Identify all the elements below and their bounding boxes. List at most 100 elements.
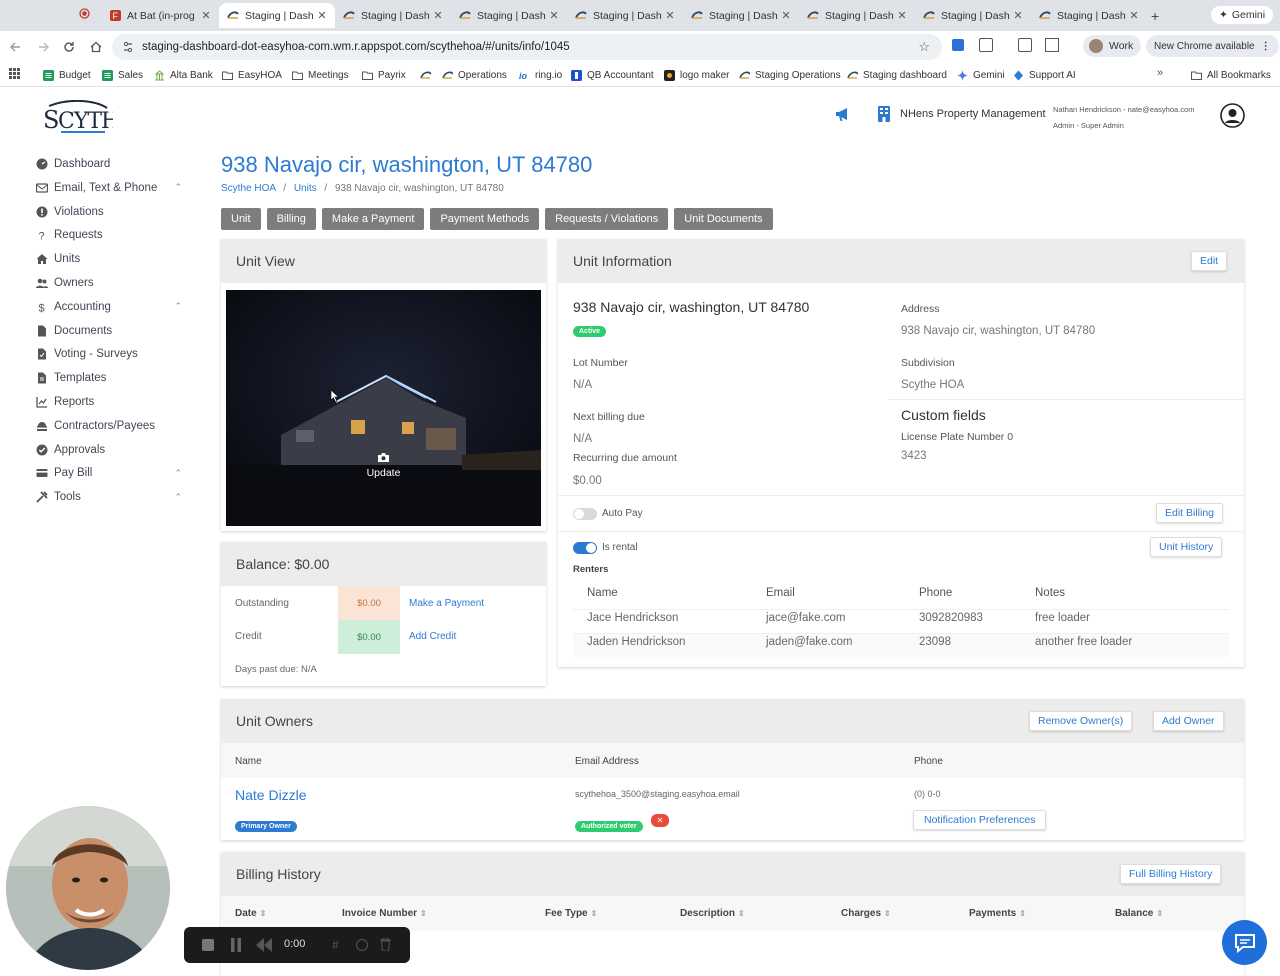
billing-column-header[interactable]: Charges ⇕ — [841, 908, 891, 919]
user-avatar-icon[interactable] — [1220, 103, 1245, 128]
browser-tab[interactable]: Staging | Dash ✕ — [915, 3, 1031, 28]
bookmark-item[interactable]: Staging Operations — [739, 67, 841, 83]
tab-make-a-payment[interactable]: Make a Payment — [321, 208, 425, 230]
apps-grid-icon[interactable] — [9, 68, 20, 79]
gemini-button[interactable]: ✦ Gemini — [1211, 6, 1274, 24]
back-icon[interactable] — [8, 39, 24, 55]
sort-icon[interactable]: ⇕ — [420, 909, 427, 918]
print-icon[interactable] — [1018, 38, 1032, 52]
sort-icon[interactable]: ⇕ — [260, 909, 267, 918]
browser-tab[interactable]: Staging | Dash ✕ — [683, 3, 799, 28]
stop-icon[interactable] — [202, 939, 214, 951]
browser-tab[interactable]: Staging | Dash ✕ — [335, 3, 451, 28]
billing-column-header[interactable]: Description ⇕ — [680, 908, 745, 919]
bookmark-item[interactable]: QB Accountant — [571, 67, 654, 83]
trash-icon[interactable] — [380, 938, 391, 951]
tab-billing[interactable]: Billing — [266, 208, 316, 230]
screen-record-icon[interactable] — [79, 8, 90, 19]
full-billing-history-button[interactable]: Full Billing History — [1120, 864, 1222, 884]
forward-icon[interactable] — [35, 39, 51, 55]
pause-icon[interactable] — [230, 938, 242, 952]
bookmark-item[interactable]: io ring.io — [519, 67, 562, 83]
unit-history-button[interactable]: Unit History — [1150, 537, 1223, 557]
close-tab-icon[interactable]: ✕ — [315, 9, 329, 22]
is-rental-toggle[interactable] — [573, 542, 597, 554]
unit-photo[interactable]: Update — [226, 290, 541, 526]
chevron-up-icon[interactable]: ⌃ — [174, 301, 182, 312]
browser-tab[interactable]: F At Bat (in-prog ✕ — [101, 3, 219, 28]
sidebar-item-documents[interactable]: Documents — [36, 321, 186, 341]
tab-payment-methods[interactable]: Payment Methods — [430, 208, 540, 230]
site-info-icon[interactable] — [122, 41, 134, 53]
new-tab-button[interactable]: + — [1151, 8, 1159, 24]
sidebar-item-units[interactable]: Units — [36, 249, 186, 269]
scythe-logo[interactable]: S CYTHE — [43, 100, 113, 136]
bookmark-item[interactable]: logo maker — [664, 67, 729, 83]
bookmark-item[interactable]: Operations — [442, 67, 507, 83]
billing-column-header[interactable]: Balance ⇕ — [1115, 908, 1163, 919]
edit-unit-button[interactable]: Edit — [1191, 251, 1228, 271]
close-tab-icon[interactable]: ✕ — [1011, 9, 1025, 22]
sort-icon[interactable]: ⇕ — [1156, 909, 1163, 918]
chat-support-button[interactable] — [1222, 920, 1267, 965]
bookmark-item[interactable]: Payrix — [362, 67, 406, 83]
owner-name-link[interactable]: Nate Dizzle — [235, 787, 307, 803]
address-bar[interactable]: staging-dashboard-dot-easyhoa-com.wm.r.a… — [112, 34, 942, 60]
sort-icon[interactable]: ⇕ — [591, 909, 598, 918]
sort-icon[interactable]: ⇕ — [738, 909, 745, 918]
grid-icon[interactable]: # — [332, 938, 339, 952]
edit-billing-button[interactable]: Edit Billing — [1156, 503, 1224, 523]
sidebar-item-voting-surveys[interactable]: Voting - Surveys — [36, 344, 186, 364]
auto-pay-toggle[interactable] — [573, 508, 597, 520]
close-tab-icon[interactable]: ✕ — [547, 9, 561, 22]
tab-unit-documents[interactable]: Unit Documents — [674, 208, 773, 230]
close-tab-icon[interactable]: ✕ — [663, 9, 677, 22]
browser-tab[interactable]: Staging | Dash ✕ — [451, 3, 567, 28]
company-name[interactable]: NHens Property Management — [900, 108, 1046, 120]
home-icon[interactable] — [88, 39, 104, 55]
chevron-up-icon[interactable]: ⌃ — [174, 182, 182, 193]
close-tab-icon[interactable]: ✕ — [199, 9, 213, 22]
chevron-up-icon[interactable]: ⌃ — [174, 468, 182, 479]
browser-tab[interactable]: Staging | Dash ✕ — [219, 3, 335, 28]
make-payment-link[interactable]: Make a Payment — [409, 598, 484, 609]
star-icon[interactable]: ☆ — [918, 39, 930, 55]
browser-tab[interactable]: Staging | Dash ✕ — [799, 3, 915, 28]
rewind-icon[interactable] — [256, 938, 272, 952]
close-tab-icon[interactable]: ✕ — [779, 9, 793, 22]
sidebar-item-contractors-payees[interactable]: Contractors/Payees — [36, 416, 186, 436]
sidebar-item-violations[interactable]: Violations — [36, 202, 186, 222]
extension-icon[interactable] — [952, 39, 964, 51]
sidebar-item-owners[interactable]: Owners — [36, 273, 186, 293]
sidebar-item-accounting[interactable]: $ Accounting ⌃ — [36, 297, 186, 317]
breadcrumb-root-link[interactable]: Scythe HOA — [221, 183, 275, 194]
bookmark-item[interactable]: Alta Bank — [154, 67, 213, 83]
remove-owners-button[interactable]: Remove Owner(s) — [1029, 711, 1133, 731]
billing-column-header[interactable]: Fee Type ⇕ — [545, 908, 597, 919]
sidebar-item-reports[interactable]: Reports — [36, 392, 186, 412]
reload-icon[interactable] — [61, 39, 77, 55]
draw-icon[interactable] — [356, 939, 368, 951]
screen-search-icon[interactable] — [1045, 38, 1059, 52]
sidebar-item-templates[interactable]: Templates — [36, 368, 186, 388]
breadcrumb-units-link[interactable]: Units — [294, 183, 317, 194]
menu-dots-icon[interactable]: ⋮ — [1261, 41, 1271, 52]
bookmark-item[interactable]: EasyHOA — [222, 67, 282, 83]
sidebar-item-dashboard[interactable]: Dashboard — [36, 154, 186, 174]
close-tab-icon[interactable]: ✕ — [895, 9, 909, 22]
tab-requests-violations[interactable]: Requests / Violations — [545, 208, 669, 230]
tab-unit[interactable]: Unit — [221, 208, 261, 230]
billing-column-header[interactable]: Date ⇕ — [235, 908, 266, 919]
puzzle-icon[interactable] — [979, 38, 993, 52]
sidebar-item-tools[interactable]: Tools ⌃ — [36, 487, 186, 507]
add-credit-link[interactable]: Add Credit — [409, 631, 456, 642]
bookmark-item[interactable]: Support AI — [1013, 67, 1076, 83]
bookmark-item[interactable]: Meetings — [292, 67, 349, 83]
browser-tab[interactable]: Staging | Dash ✕ — [1031, 3, 1147, 28]
sort-icon[interactable]: ⇕ — [884, 909, 891, 918]
profile-button[interactable]: Work — [1083, 35, 1142, 57]
bookmark-item[interactable]: Budget — [43, 67, 91, 83]
billing-column-header[interactable]: Invoice Number ⇕ — [342, 908, 427, 919]
sidebar-item-pay-bill[interactable]: Pay Bill ⌃ — [36, 463, 186, 483]
bookmark-item[interactable]: Sales — [102, 67, 143, 83]
